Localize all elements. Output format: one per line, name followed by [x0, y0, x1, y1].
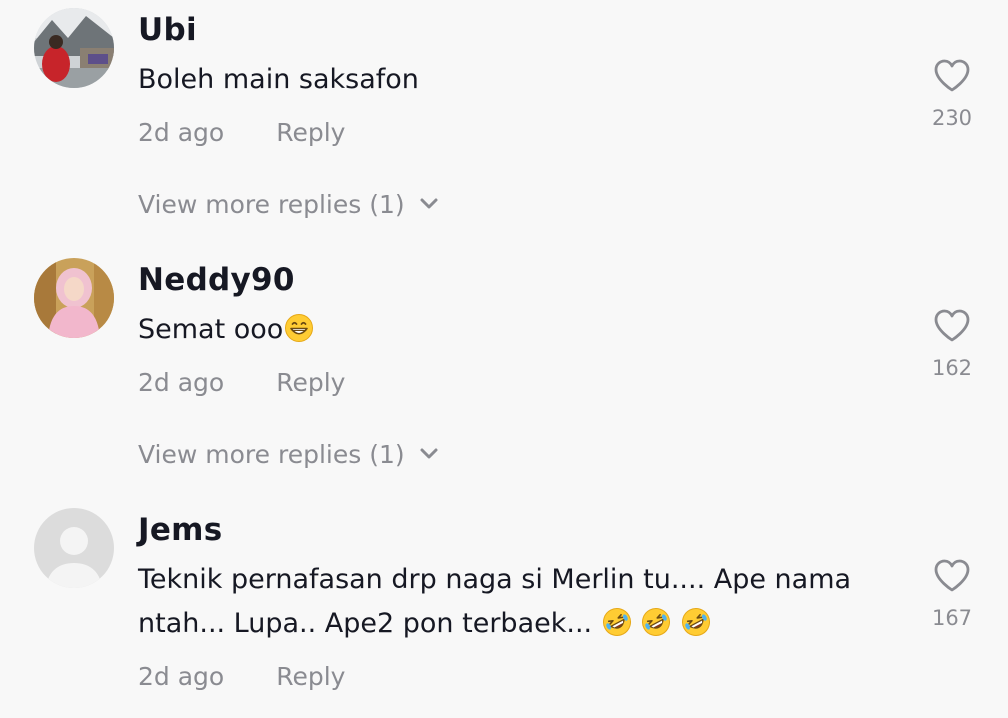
- heart-outline-icon[interactable]: [933, 308, 971, 344]
- like-count: 230: [931, 106, 973, 130]
- avatar[interactable]: [34, 8, 114, 88]
- comment-meta: 2d ago Reply: [138, 118, 345, 148]
- avatar[interactable]: [34, 508, 114, 588]
- comment-meta: 2d ago Reply: [138, 368, 345, 398]
- comment-text: Semat ooo: [138, 314, 284, 345]
- avatar[interactable]: [34, 258, 114, 338]
- comment-text: Boleh main saksafon: [138, 64, 419, 95]
- comment-item: Jems Teknik pernafasan drp naga si Merli…: [0, 500, 1008, 718]
- comment-text-line-content: ntah... Lupa.. Ape2 pon terbaek...: [138, 608, 593, 639]
- chevron-down-icon: [420, 448, 438, 459]
- like-count: 167: [931, 606, 973, 630]
- comment-timestamp: 2d ago: [138, 118, 225, 147]
- comment-text-line: ntah... Lupa.. Ape2 pon terbaek...: [138, 602, 898, 651]
- heart-outline-icon[interactable]: [933, 58, 971, 94]
- comment-username[interactable]: Jems: [138, 512, 223, 548]
- view-more-replies-button[interactable]: View more replies (1): [138, 440, 439, 470]
- grinning-face-icon: [284, 313, 314, 357]
- comment-username[interactable]: Ubi: [138, 12, 197, 48]
- reply-button[interactable]: Reply: [276, 118, 345, 147]
- comment-text-line: Teknik pernafasan drp naga si Merlin tu.…: [138, 564, 852, 595]
- like-group: 167: [920, 558, 984, 630]
- comment-username[interactable]: Neddy90: [138, 262, 295, 298]
- comment-text-row: Semat ooo: [138, 308, 898, 357]
- rolling-on-floor-laughing-icon: [602, 607, 632, 651]
- like-group: 162: [920, 308, 984, 380]
- rolling-on-floor-laughing-icon: [681, 607, 711, 651]
- comment-timestamp: 2d ago: [138, 662, 225, 691]
- comment-timestamp: 2d ago: [138, 368, 225, 397]
- view-more-replies-label: View more replies (1): [138, 440, 405, 469]
- comment-item: Ubi Boleh main saksafon 2d ago Reply View…: [0, 0, 1008, 240]
- view-more-replies-label: View more replies (1): [138, 190, 405, 219]
- like-count: 162: [931, 356, 973, 380]
- comment-item: Neddy90 Semat ooo 2d ago Reply View more …: [0, 250, 1008, 490]
- like-group: 230: [920, 58, 984, 130]
- rolling-on-floor-laughing-icon: [641, 607, 671, 651]
- reply-button[interactable]: Reply: [276, 662, 345, 691]
- comment-meta: 2d ago Reply: [138, 662, 345, 692]
- reply-button[interactable]: Reply: [276, 368, 345, 397]
- heart-outline-icon[interactable]: [933, 558, 971, 594]
- chevron-down-icon: [420, 198, 438, 209]
- comment-text: Teknik pernafasan drp naga si Merlin tu.…: [138, 558, 898, 651]
- view-more-replies-button[interactable]: View more replies (1): [138, 190, 439, 220]
